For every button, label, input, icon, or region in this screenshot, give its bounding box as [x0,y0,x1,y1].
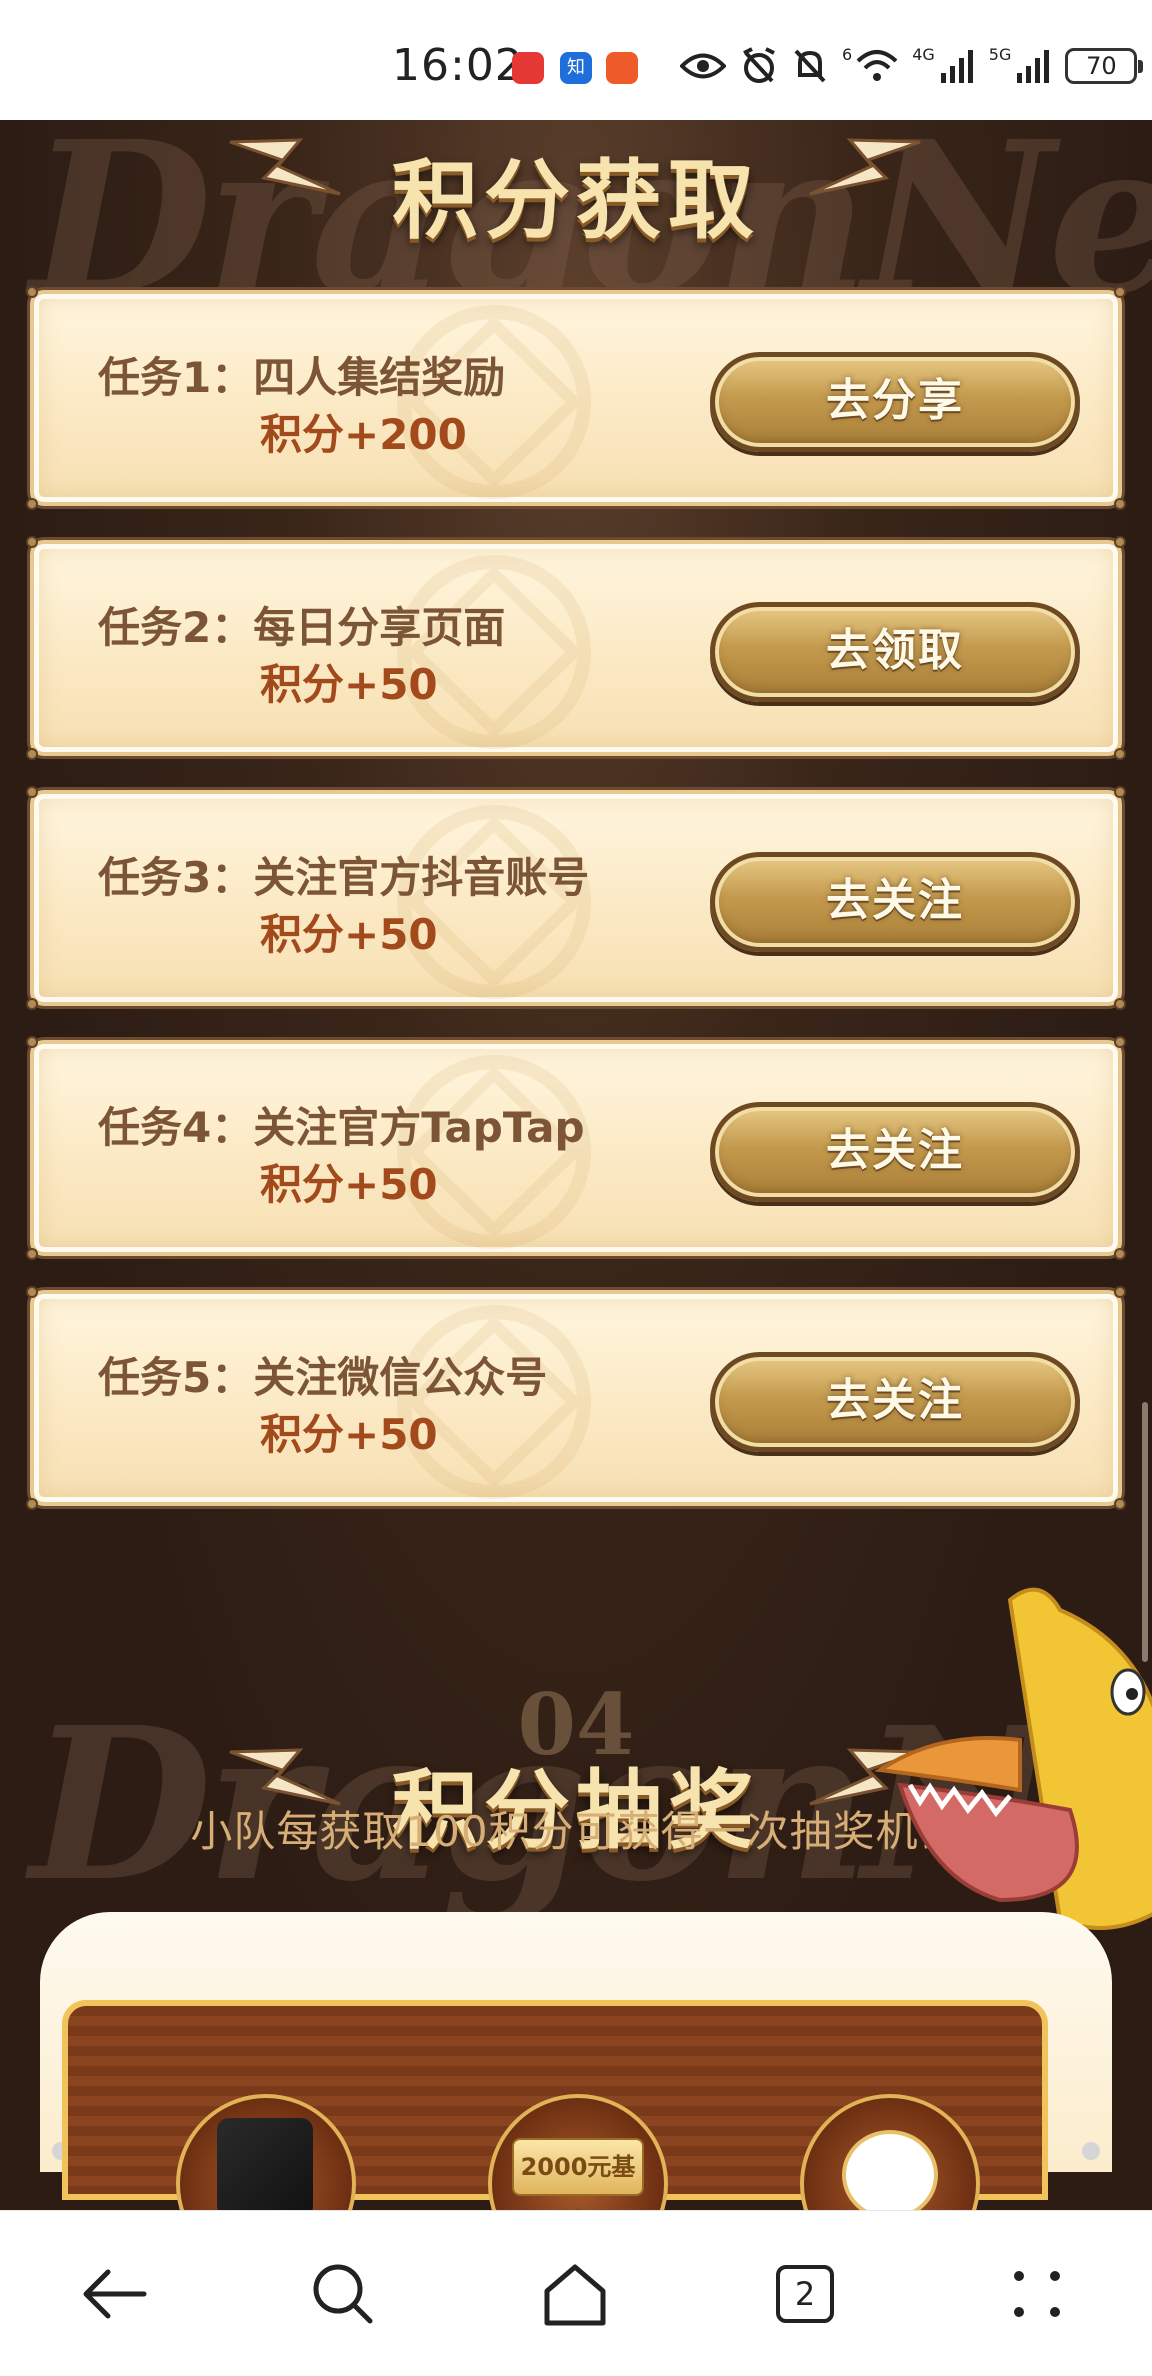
rivet [1114,748,1126,760]
task-card-3: 任务3：关注官方抖音账号 积分+50 去关注 [26,786,1126,1010]
browser-bottom-nav: 2 [0,2210,1152,2376]
rivet [26,536,38,548]
task-points: 积分+50 [260,910,438,959]
rivet [26,1498,38,1510]
rivet [26,998,38,1010]
rivet [26,286,38,298]
network-4g-label: 4G [912,44,935,64]
task-points: 积分+50 [260,1160,438,1209]
network-5g-label: 5G [988,44,1012,64]
follow-wechat-button[interactable]: 去关注 [710,1352,1080,1452]
rivet [1114,998,1126,1010]
claim-button[interactable]: 去领取 [710,602,1080,702]
rivet [26,748,38,760]
wifi-label: 6 [842,44,853,64]
alarm-off-icon [740,47,778,85]
task-title: 任务1：四人集结奖励 [98,353,506,402]
battery-indicator: 70 [1065,48,1144,84]
rivet [1114,1248,1126,1260]
task-title: 任务5：关注微信公众号 [98,1353,548,1402]
search-button[interactable] [288,2239,398,2349]
wifi-icon [856,49,898,83]
task-title: 任务3：关注官方抖音账号 [98,853,590,902]
rivet [1114,1498,1126,1510]
rivet [26,786,38,798]
page-content: DragonNest 积分获取 任务1：四人集结奖励 积分+200 去分享 任务… [0,120,1152,2210]
more-button[interactable] [982,2239,1092,2349]
share-button[interactable]: 去分享 [710,352,1080,452]
back-icon [83,2269,147,2319]
status-bar: 16:02 知 6 4G 5G 70 [0,0,1152,120]
task-card-4: 任务4：关注官方TapTap 积分+50 去关注 [26,1036,1126,1260]
rivet [1114,498,1126,510]
follow-douyin-button[interactable]: 去关注 [710,852,1080,952]
signal-icon-1 [939,49,975,83]
task-card-5: 任务5：关注微信公众号 积分+50 去关注 [26,1286,1126,1510]
panda-prize-image [842,2130,938,2220]
rivet [1114,786,1126,798]
eye-icon [680,51,726,81]
task-card-1: 任务1：四人集结奖励 积分+200 去分享 [26,286,1126,510]
task-points: 积分+200 [260,410,467,459]
rivet [1114,286,1126,298]
rivet [1114,1286,1126,1298]
rivet [26,1248,38,1260]
zhihu-app-icon: 知 [560,52,592,84]
rivet [26,498,38,510]
status-icons: 6 4G 5G 70 [680,42,1144,90]
calendar-app-icon [512,52,544,84]
status-time: 16:02 [392,40,524,91]
panel-dot [1082,2142,1100,2160]
task-title: 任务2：每日分享页面 [98,603,506,652]
rivet [26,1036,38,1048]
follow-taptap-button[interactable]: 去关注 [710,1102,1080,1202]
rivet [1114,536,1126,548]
task-points: 积分+50 [260,1410,438,1459]
scrollbar-thumb[interactable] [1142,1402,1148,1662]
home-button[interactable] [520,2239,630,2349]
task-title: 任务4：关注官方TapTap [98,1103,585,1152]
section-title-points: 积分获取 [392,150,760,251]
tabs-button[interactable]: 2 [750,2239,860,2349]
fund-prize-badge: 2000元基金 [512,2138,644,2235]
more-icon [1014,2271,1060,2317]
signal-icon-2 [1015,49,1051,83]
back-button[interactable] [60,2239,170,2349]
mute-icon [792,47,828,85]
search-icon [313,2264,373,2324]
lightning-right-icon [809,138,921,196]
home-icon [544,2264,606,2326]
rivet [1114,1036,1126,1048]
tabs-icon: 2 [776,2265,834,2323]
task-card-2: 任务2：每日分享页面 积分+50 去领取 [26,536,1126,760]
phone-prize-image [217,2118,313,2218]
rivet [26,1286,38,1298]
red-app-icon [606,52,638,84]
task-points: 积分+50 [260,660,438,709]
